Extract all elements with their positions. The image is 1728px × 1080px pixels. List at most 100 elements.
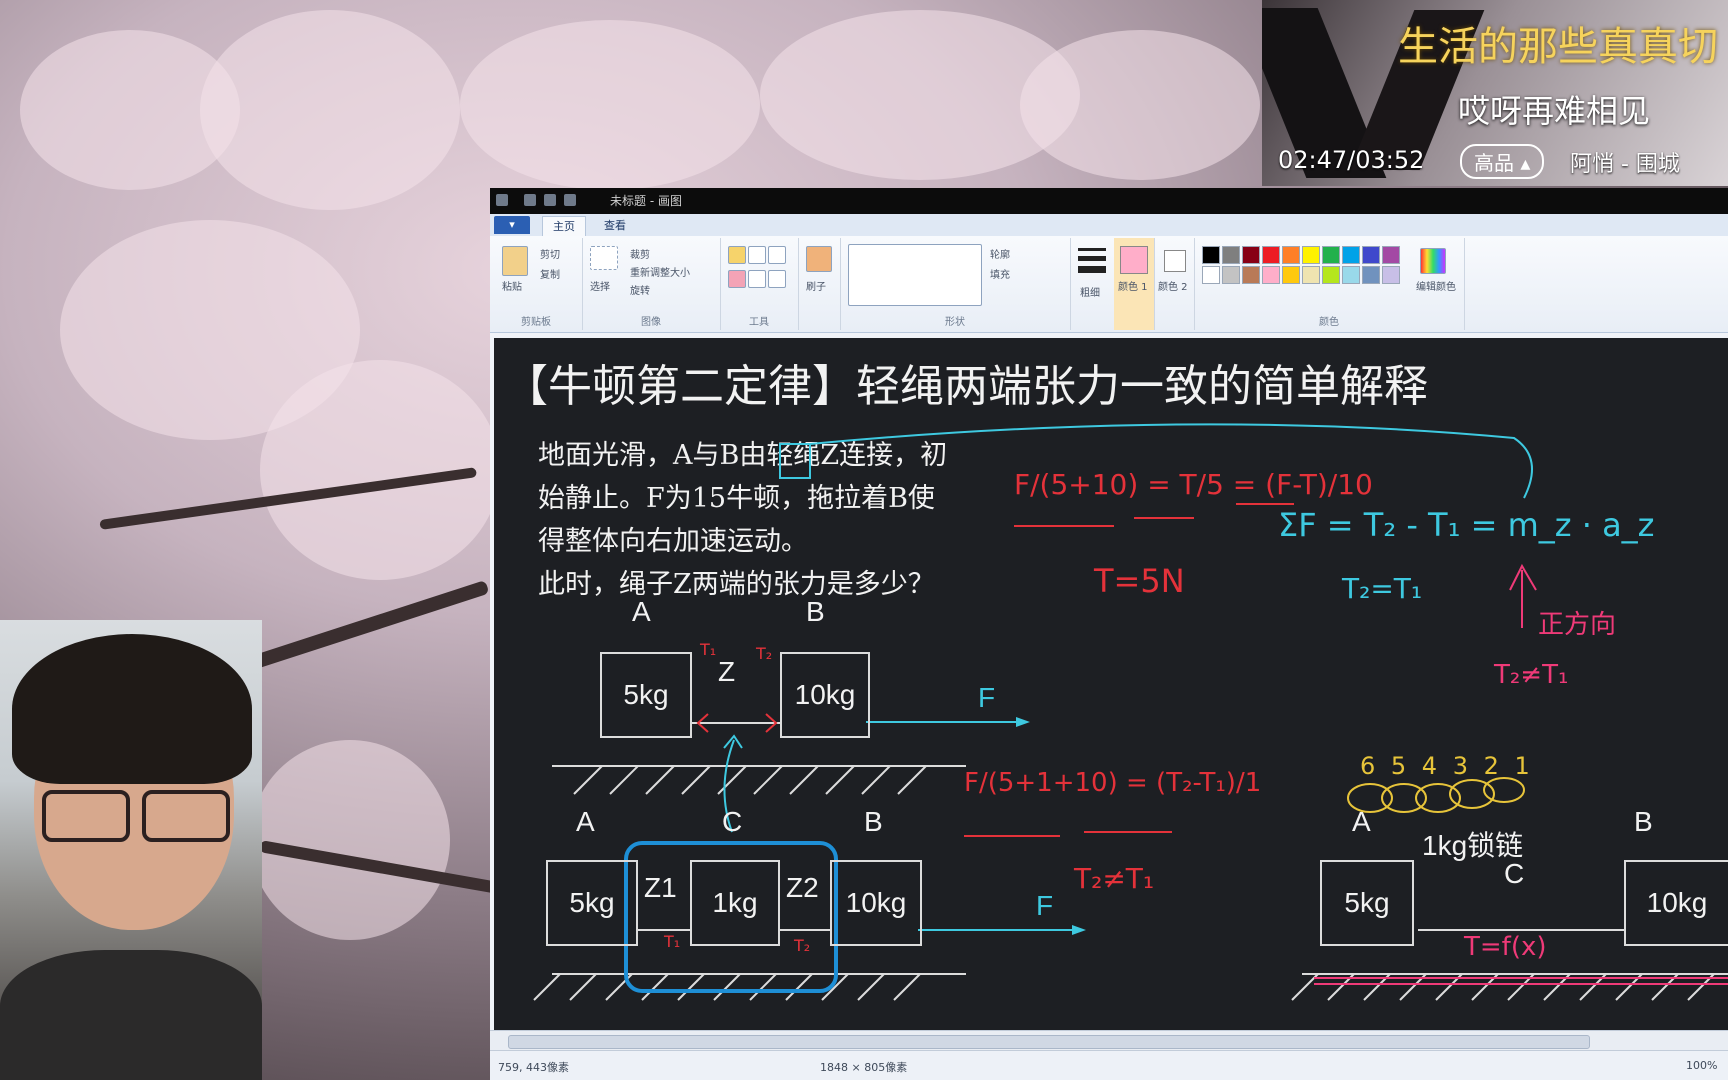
- magnifier-icon[interactable]: [768, 270, 786, 288]
- block-a: 5kg: [600, 652, 692, 738]
- fill-bucket-icon[interactable]: [748, 246, 766, 264]
- paint-window: 未标题 - 画图 ▾ 主页 查看 粘贴 剪切 复制 剪贴板 选择 裁剪 重新调整…: [490, 188, 1728, 1080]
- resize-button[interactable]: 重新调整大小: [630, 264, 690, 279]
- branch: [237, 579, 490, 674]
- edit-colors-icon[interactable]: [1420, 248, 1446, 274]
- color-swatch[interactable]: [1382, 266, 1400, 284]
- paste-button[interactable]: 粘贴: [502, 278, 522, 293]
- positive-direction: 正方向: [1538, 610, 1617, 640]
- label-b: B: [1634, 806, 1653, 837]
- block-c: 1kg: [690, 860, 780, 946]
- shapes-gallery[interactable]: [848, 244, 982, 306]
- status-bar: 759, 443像素 1848 × 805像素 100%: [490, 1050, 1728, 1080]
- equation-2: F/(5+1+10) = (T₂-T₁)/1: [964, 768, 1262, 798]
- color-swatch[interactable]: [1302, 266, 1320, 284]
- group-label: 形状: [945, 317, 965, 328]
- tension-function: T=f(x): [1464, 932, 1547, 962]
- size-button[interactable]: 粗细: [1080, 284, 1100, 299]
- color2-label: 颜色 2: [1158, 282, 1188, 293]
- size-line-icon: [1078, 256, 1106, 261]
- copy-button[interactable]: 复制: [540, 266, 560, 281]
- select-icon[interactable]: [590, 246, 618, 270]
- block-b: 10kg: [1624, 860, 1728, 946]
- color-picker-icon[interactable]: [748, 270, 766, 288]
- chevron-up-icon: ▴: [1520, 151, 1531, 175]
- color-swatch[interactable]: [1282, 246, 1300, 264]
- color-swatch[interactable]: [1322, 246, 1340, 264]
- eraser-icon[interactable]: [728, 270, 746, 288]
- fill-button[interactable]: 填充: [990, 266, 1010, 281]
- webcam-overlay: [0, 620, 262, 1080]
- blossom-cluster: [460, 20, 760, 190]
- group-label: 工具: [749, 317, 769, 328]
- pencil-icon[interactable]: [728, 246, 746, 264]
- color-swatch[interactable]: [1362, 246, 1380, 264]
- annotation-t1: T₁: [700, 640, 717, 659]
- group-shapes: 轮廓 填充 形状: [840, 238, 1071, 330]
- drawing-canvas[interactable]: 【牛顿第二定律】轻绳两端张力一致的简单解释 地面光滑，A与B由轻绳Z连接，初 始…: [494, 338, 1728, 1030]
- music-player-overlay: 生活的那些真真切 哎呀再难相见 02:47/03:52 高品 ▴ 阿悄 - 围城: [1262, 0, 1728, 186]
- redo-icon[interactable]: [564, 194, 576, 206]
- color-swatch[interactable]: [1282, 266, 1300, 284]
- color-swatch[interactable]: [1262, 246, 1280, 264]
- file-menu-button[interactable]: ▾: [494, 216, 530, 234]
- label-b: B: [864, 806, 883, 837]
- crop-button[interactable]: 裁剪: [630, 246, 650, 261]
- save-icon[interactable]: [524, 194, 536, 206]
- color1-swatch: [1120, 246, 1148, 274]
- blossom-cluster: [200, 10, 460, 210]
- tab-view[interactable]: 查看: [594, 216, 636, 235]
- color2-swatch: [1164, 250, 1186, 272]
- group-tools: 工具: [720, 238, 799, 330]
- group-colors: 编辑颜色 颜色: [1194, 238, 1465, 330]
- lyric-line-next: 哎呀再难相见: [1458, 92, 1651, 130]
- edit-colors-button[interactable]: 编辑颜色: [1416, 278, 1456, 293]
- group-label: 剪贴板: [521, 317, 551, 328]
- scrollbar-thumb[interactable]: [508, 1035, 1590, 1049]
- color-swatch[interactable]: [1202, 266, 1220, 284]
- rotate-button[interactable]: 旋转: [630, 282, 650, 297]
- tab-home[interactable]: 主页: [542, 216, 586, 236]
- rope-label-z: Z: [718, 656, 736, 687]
- quality-button[interactable]: 高品 ▴: [1460, 144, 1545, 179]
- paint-app-icon[interactable]: [496, 194, 508, 206]
- blossom-cluster: [1020, 30, 1260, 180]
- color1-button[interactable]: 颜色 1: [1114, 238, 1155, 330]
- color-palette: [1202, 246, 1412, 306]
- group-size: 粗细: [1070, 238, 1115, 330]
- color-swatch[interactable]: [1342, 266, 1360, 284]
- force-label: F: [978, 682, 996, 713]
- text-icon[interactable]: [768, 246, 786, 264]
- color-swatch[interactable]: [1362, 266, 1380, 284]
- color2-button[interactable]: 颜色 2: [1154, 238, 1195, 330]
- color-swatch[interactable]: [1242, 266, 1260, 284]
- paste-icon[interactable]: [502, 246, 528, 276]
- brushes-button[interactable]: 刷子: [806, 278, 826, 293]
- color-swatch[interactable]: [1202, 246, 1220, 264]
- color-swatch[interactable]: [1302, 246, 1320, 264]
- block-b: 10kg: [830, 860, 922, 946]
- horizontal-scrollbar[interactable]: [490, 1030, 1728, 1051]
- color-swatch[interactable]: [1222, 266, 1240, 284]
- label-a: A: [576, 806, 595, 837]
- color-swatch[interactable]: [1382, 246, 1400, 264]
- block-b: 10kg: [780, 652, 870, 738]
- size-line-icon: [1078, 266, 1106, 273]
- cut-button[interactable]: 剪切: [540, 246, 560, 261]
- block-a: 5kg: [546, 860, 638, 946]
- label-c: C: [1504, 858, 1525, 889]
- chain-link-numbers: 6 5 4 3 2 1: [1360, 752, 1534, 780]
- color-swatch[interactable]: [1262, 266, 1280, 284]
- color-swatch[interactable]: [1222, 246, 1240, 264]
- undo-icon[interactable]: [544, 194, 556, 206]
- color1-label: 颜色 1: [1118, 282, 1148, 293]
- color-swatch[interactable]: [1322, 266, 1340, 284]
- quality-label: 高品: [1474, 151, 1514, 175]
- select-button[interactable]: 选择: [590, 278, 610, 293]
- group-label: 颜色: [1319, 317, 1339, 328]
- outline-button[interactable]: 轮廓: [990, 246, 1010, 261]
- color-swatch[interactable]: [1242, 246, 1260, 264]
- zoom-level[interactable]: 100%: [1686, 1059, 1717, 1072]
- brush-icon[interactable]: [806, 246, 832, 272]
- color-swatch[interactable]: [1342, 246, 1360, 264]
